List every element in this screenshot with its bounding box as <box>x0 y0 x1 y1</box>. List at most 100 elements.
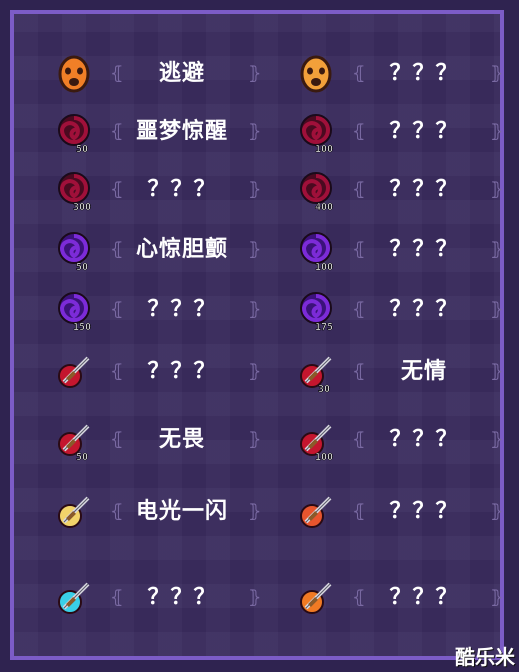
achievement-name: ？？？ <box>389 177 459 202</box>
achievement-item[interactable]: ⦃ ？？？ ⦄ <box>294 52 504 98</box>
icon-badge: 50 <box>76 144 88 154</box>
bracket-left-icon: ⦃ <box>110 587 124 608</box>
bracket-left-icon: ⦃ <box>110 299 124 320</box>
lightning-dagger-icon <box>58 496 90 528</box>
dagger-50-icon: 50 <box>58 424 90 462</box>
achievement-item[interactable]: 100 ⦃ ？？？ ⦄ <box>294 228 504 274</box>
icon-badge: 50 <box>76 262 88 272</box>
bracket-right-icon: ⦄ <box>490 179 504 200</box>
bracket-right-icon: ⦄ <box>490 63 504 84</box>
bracket-right-icon: ⦄ <box>490 299 504 320</box>
bracket-right-icon: ⦄ <box>490 501 504 522</box>
achievement-name: ？？？ <box>147 177 217 202</box>
bracket-left-icon: ⦃ <box>352 361 366 382</box>
bracket-right-icon: ⦄ <box>248 587 262 608</box>
bracket-right-icon: ⦄ <box>248 239 262 260</box>
achievement-item[interactable]: ⦃ ？？？ ⦄ <box>52 350 262 396</box>
bracket-left-icon: ⦃ <box>352 179 366 200</box>
bracket-left-icon: ⦃ <box>352 121 366 142</box>
bracket-right-icon: ⦄ <box>490 587 504 608</box>
achievement-name: 噩梦惊醒 <box>135 119 228 144</box>
achievement-item[interactable]: 100 ⦃ ？？？ ⦄ <box>294 418 504 464</box>
bracket-left-icon: ⦃ <box>352 239 366 260</box>
icon-badge: 150 <box>73 322 91 332</box>
achievement-item[interactable]: ⦃ 电光一闪 ⦄ <box>52 490 262 536</box>
flame-dagger-icon <box>300 582 332 614</box>
achievement-name: 逃避 <box>158 61 205 86</box>
dagger-100-icon: 100 <box>300 424 333 462</box>
achievement-item[interactable]: 30 ⦃ 无情 ⦄ <box>294 350 504 396</box>
achievement-name: ？？？ <box>147 359 217 384</box>
bracket-right-icon: ⦄ <box>490 239 504 260</box>
dagger-icon <box>58 356 90 388</box>
icon-badge: 175 <box>315 322 333 332</box>
achievement-name: 无情 <box>400 359 447 384</box>
purple-vortex-100-icon: 100 <box>300 232 333 272</box>
bracket-right-icon: ⦄ <box>248 299 262 320</box>
achievement-item[interactable]: 150 ⦃ ？？？ ⦄ <box>52 288 262 334</box>
icon-badge: 100 <box>315 452 333 462</box>
achievement-item[interactable]: 50 ⦃ 心惊胆颤 ⦄ <box>52 228 262 274</box>
dagger-30-icon: 30 <box>300 356 332 394</box>
achievement-item[interactable]: 300 ⦃ ？？？ ⦄ <box>52 168 262 214</box>
icon-badge: 50 <box>76 452 88 462</box>
bracket-left-icon: ⦃ <box>110 501 124 522</box>
achievement-item[interactable]: 50 ⦃ 无畏 ⦄ <box>52 418 262 464</box>
achievement-item[interactable]: 175 ⦃ ？？？ ⦄ <box>294 288 504 334</box>
achievement-name: ？？？ <box>389 61 459 86</box>
achievement-name: 无畏 <box>158 427 205 452</box>
bracket-left-icon: ⦃ <box>110 63 124 84</box>
achievement-name: ？？？ <box>389 427 459 452</box>
icon-badge: 400 <box>315 202 333 212</box>
watermark: 酷乐米 <box>455 645 515 669</box>
bracket-right-icon: ⦄ <box>248 179 262 200</box>
achievement-item[interactable]: 400 ⦃ ？？？ ⦄ <box>294 168 504 214</box>
achievement-item[interactable]: 100 ⦃ ？？？ ⦄ <box>294 110 504 156</box>
icon-badge: 100 <box>315 144 333 154</box>
bracket-left-icon: ⦃ <box>352 63 366 84</box>
bracket-left-icon: ⦃ <box>110 239 124 260</box>
achievement-name: ？？？ <box>147 297 217 322</box>
achievement-name: ？？？ <box>147 585 217 610</box>
achievement-name: ？？？ <box>389 499 459 524</box>
icon-badge: 300 <box>73 202 91 212</box>
red-vortex-100-icon: 100 <box>300 114 333 154</box>
orange-mask-icon <box>58 55 90 93</box>
bracket-left-icon: ⦃ <box>110 179 124 200</box>
bracket-right-icon: ⦄ <box>248 63 262 84</box>
bracket-right-icon: ⦄ <box>248 429 262 450</box>
bracket-left-icon: ⦃ <box>110 361 124 382</box>
achievement-item[interactable]: ⦃ ？？？ ⦄ <box>294 576 504 622</box>
achievement-name: ？？？ <box>389 585 459 610</box>
bracket-right-icon: ⦄ <box>248 501 262 522</box>
icon-badge: 100 <box>315 262 333 272</box>
purple-vortex-50-icon: 50 <box>58 232 90 272</box>
bracket-left-icon: ⦃ <box>352 587 366 608</box>
bracket-left-icon: ⦃ <box>110 429 124 450</box>
achievement-panel: ⦃ 逃避 ⦄ ⦃ ？？？ ⦄ 50 ⦃ 噩梦惊醒 ⦄ 100 ⦃ ？？？ ⦄ 300 ⦃ ？？？ ⦄ 40… <box>10 10 504 660</box>
purple-vortex-150-icon: 150 <box>58 292 91 332</box>
bracket-left-icon: ⦃ <box>352 299 366 320</box>
achievement-grid: ⦃ 逃避 ⦄ ⦃ ？？？ ⦄ 50 ⦃ 噩梦惊醒 ⦄ 100 ⦃ ？？？ ⦄ 300 ⦃ ？？？ ⦄ 40… <box>14 14 504 656</box>
bracket-right-icon: ⦄ <box>490 361 504 382</box>
achievement-name: 电光一闪 <box>135 499 228 524</box>
bracket-right-icon: ⦄ <box>248 121 262 142</box>
red-vortex-50-icon: 50 <box>58 114 90 154</box>
bracket-left-icon: ⦃ <box>110 121 124 142</box>
achievement-name: ？？？ <box>389 297 459 322</box>
bracket-right-icon: ⦄ <box>490 429 504 450</box>
achievement-item[interactable]: ⦃ ？？？ ⦄ <box>294 490 504 536</box>
ice-dagger-icon <box>58 582 90 614</box>
red-vortex-400-icon: 400 <box>300 172 333 212</box>
bracket-left-icon: ⦃ <box>352 501 366 522</box>
achievement-name: ？？？ <box>389 237 459 262</box>
icon-badge: 30 <box>318 384 330 394</box>
gold-mask-icon <box>300 55 332 93</box>
bracket-right-icon: ⦄ <box>490 121 504 142</box>
bracket-left-icon: ⦃ <box>352 429 366 450</box>
achievement-item[interactable]: 50 ⦃ 噩梦惊醒 ⦄ <box>52 110 262 156</box>
achievement-name: 心惊胆颤 <box>135 237 228 262</box>
achievement-item[interactable]: ⦃ ？？？ ⦄ <box>52 576 262 622</box>
achievement-item[interactable]: ⦃ 逃避 ⦄ <box>52 52 262 98</box>
achievement-name: ？？？ <box>389 119 459 144</box>
